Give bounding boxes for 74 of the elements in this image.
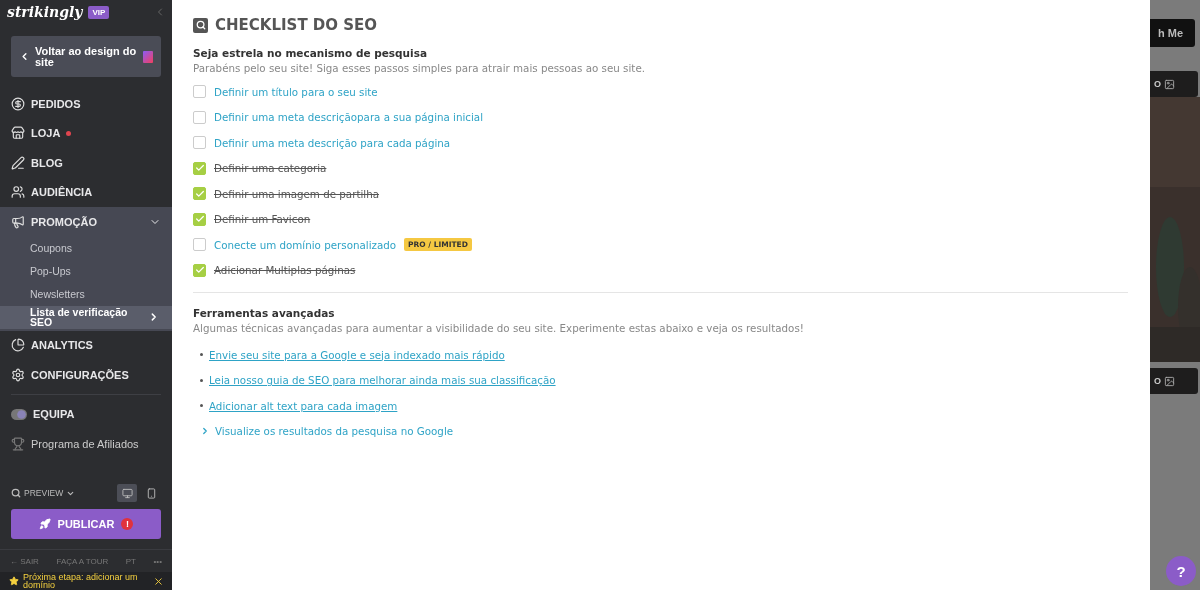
close-icon[interactable]	[153, 575, 164, 587]
image-icon	[1164, 78, 1175, 90]
image-icon	[1164, 375, 1175, 387]
checklist-item[interactable]: Definir uma categoria	[214, 162, 327, 175]
nav-item[interactable]: AUDIÊNCIA	[0, 177, 172, 207]
bullet-icon	[200, 404, 203, 408]
help-button[interactable]: ?	[1166, 556, 1196, 586]
checkbox[interactable]	[193, 187, 206, 201]
nav-item[interactable]: ANALYTICS	[0, 330, 172, 360]
rocket-icon	[38, 518, 51, 530]
nav-item[interactable]: CONFIGURAÇÕES	[0, 360, 172, 390]
settings-icon	[11, 367, 25, 382]
checklist-item[interactable]: Definir uma imagem de partilha	[214, 187, 379, 200]
checkbox[interactable]	[193, 263, 206, 277]
publish-button[interactable]: PUBLICAR !	[11, 509, 161, 539]
search-icon	[193, 17, 208, 33]
section-intro: Parabéns pelo seu site! Siga esses passos simples para atrair mais pessoas ao seu site.	[193, 62, 646, 74]
nav-label: Programa de Afiliados	[31, 437, 139, 450]
nav-label: ANALYTICS	[31, 339, 93, 352]
document-icon	[143, 50, 153, 63]
section-intro: Algumas técnicas avançadas para aumentar a visibilidade do seu site. Experimente estas abaixo e veja os resultados!	[193, 322, 805, 334]
site-button[interactable]: h Me	[1150, 19, 1195, 47]
pie-chart-icon	[11, 338, 25, 353]
toggle-icon	[11, 408, 27, 420]
vip-badge: VIP	[88, 5, 110, 19]
phone-icon	[145, 487, 157, 499]
pen-icon	[11, 155, 25, 170]
nav-item[interactable]: PROMOÇÃO	[0, 207, 172, 237]
desktop-button[interactable]	[117, 484, 137, 502]
star-icon	[9, 576, 19, 586]
image-tag[interactable]: O	[1150, 368, 1198, 394]
checkbox[interactable]	[193, 136, 206, 150]
submenu-item[interactable]: Newsletters	[0, 282, 172, 306]
bullet-icon	[200, 353, 203, 357]
nav-label: LOJA	[31, 127, 61, 140]
checkbox[interactable]	[193, 85, 206, 99]
nav-item[interactable]: EQUIPA	[0, 399, 172, 429]
checklist-item[interactable]: Adicionar Multiplas páginas	[214, 264, 356, 277]
checkbox[interactable]	[193, 238, 206, 252]
submenu-item[interactable]: Pop-Ups	[0, 259, 172, 283]
submenu-item[interactable]: Lista de verificação SEO	[0, 305, 172, 329]
nav-item[interactable]: Programa de Afiliados	[0, 429, 172, 459]
alert-badge: !	[121, 518, 134, 530]
preview-dropdown[interactable]: PREVIEW	[11, 488, 76, 498]
next-step-text: Próxima etapa: adicionar um domínio	[23, 573, 139, 589]
image-tag[interactable]: O	[1150, 71, 1198, 97]
submenu-item[interactable]: Coupons	[0, 236, 172, 260]
checkbox[interactable]	[193, 212, 206, 226]
users-icon	[11, 185, 25, 200]
nav-label: AUDIÊNCIA	[31, 186, 93, 199]
logo: strikingly	[7, 4, 83, 20]
checkbox[interactable]	[193, 110, 206, 124]
panel-title: CHECKLIST DO SEO	[215, 16, 378, 34]
nav-label: PROMOÇÃO	[31, 215, 97, 228]
bullet-icon	[200, 378, 203, 382]
nav-item[interactable]: BLOG	[0, 148, 172, 178]
checkbox[interactable]	[193, 161, 206, 175]
nav-item[interactable]: PEDIDOS	[0, 89, 172, 119]
nav-label: CONFIGURAÇÕES	[31, 368, 129, 381]
nav-label: EQUIPA	[33, 408, 75, 421]
chevron-right-icon	[200, 426, 210, 437]
nav-label: PEDIDOS	[31, 97, 81, 110]
dollar-icon	[11, 96, 25, 111]
checklist-item[interactable]: Definir um Favicon	[214, 213, 311, 226]
monitor-icon	[121, 487, 133, 499]
section-title: Seja estrela no mecanismo de pesquisa	[193, 47, 428, 59]
nav-item[interactable]: LOJA	[0, 118, 172, 148]
section-title: Ferramentas avançadas	[193, 307, 336, 319]
trophy-icon	[11, 436, 25, 451]
search-icon	[11, 488, 21, 498]
back-button[interactable]: Voltar ao design do site	[11, 36, 161, 77]
nav-label: BLOG	[31, 156, 63, 169]
megaphone-icon	[11, 214, 25, 229]
store-icon	[11, 126, 25, 141]
